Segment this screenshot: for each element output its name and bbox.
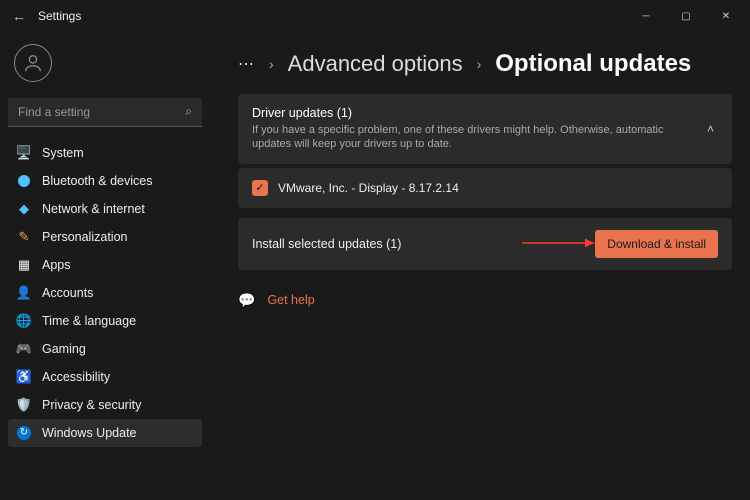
sidebar-item-time-language[interactable]: 🌐 Time & language [8,307,202,335]
nav-icon: 🛡️ [16,397,32,413]
sidebar-item-label: Accessibility [42,370,110,384]
driver-item-label: VMware, Inc. - Display - 8.17.2.14 [278,181,459,195]
nav-icon: ↻ [16,425,32,441]
sidebar-item-label: Time & language [42,314,136,328]
person-icon [22,52,44,74]
sidebar-item-label: Bluetooth & devices [42,174,153,188]
sidebar-item-label: Gaming [42,342,86,356]
back-button[interactable]: ← [4,8,34,24]
help-icon: 💬 [238,292,255,309]
nav-icon: ✎ [16,229,32,245]
sidebar-item-privacy-security[interactable]: 🛡️ Privacy & security [8,391,202,419]
annotation-arrow [522,236,602,254]
install-row: Install selected updates (1) Download & … [238,218,732,270]
chevron-up-icon[interactable]: ˄ [703,118,718,140]
sidebar-item-network-internet[interactable]: ◆ Network & internet [8,195,202,223]
close-button[interactable]: ✕ [706,0,746,32]
nav-icon: 👤 [16,285,32,301]
breadcrumb: ⋯ › Advanced options › Optional updates [238,50,732,78]
sidebar-item-label: System [42,146,84,160]
download-install-button[interactable]: Download & install [595,230,718,258]
breadcrumb-prev[interactable]: Advanced options [288,51,463,77]
driver-section-desc: If you have a specific problem, one of t… [252,123,672,152]
chevron-right-icon: › [477,56,482,72]
get-help-label: Get help [267,293,314,307]
driver-checkbox[interactable]: ✓ [252,180,268,196]
nav-icon: 🎮 [16,341,32,357]
sidebar-item-accounts[interactable]: 👤 Accounts [8,279,202,307]
minimize-button[interactable]: ─ [626,0,666,32]
breadcrumb-overflow[interactable]: ⋯ [238,54,255,74]
sidebar-item-label: Personalization [42,230,127,244]
user-avatar[interactable] [14,44,52,82]
sidebar-item-label: Network & internet [42,202,145,216]
chevron-right-icon: › [269,56,274,72]
sidebar-item-personalization[interactable]: ✎ Personalization [8,223,202,251]
nav-icon: ▦ [16,257,32,273]
main-content: ⋯ › Advanced options › Optional updates … [210,32,750,500]
nav-icon: 🌐 [16,313,32,329]
sidebar-item-label: Accounts [42,286,93,300]
sidebar: ⌕ 🖥️ System Bluetooth & devices ◆ Network & … [0,32,210,500]
title-bar: ← Settings ─ ▢ ✕ [0,0,750,32]
sidebar-item-gaming[interactable]: 🎮 Gaming [8,335,202,363]
sidebar-item-bluetooth-devices[interactable]: Bluetooth & devices [8,167,202,195]
sidebar-item-apps[interactable]: ▦ Apps [8,251,202,279]
search-input[interactable] [8,98,202,127]
get-help-link[interactable]: 💬 Get help [238,292,732,309]
sidebar-item-label: Apps [42,258,71,272]
nav-icon: 🖥️ [16,145,32,161]
nav-icon: ♿ [16,369,32,385]
driver-item-row[interactable]: ✓ VMware, Inc. - Display - 8.17.2.14 [238,168,732,208]
maximize-button[interactable]: ▢ [666,0,706,32]
page-title: Optional updates [495,50,691,78]
driver-updates-header[interactable]: Driver updates (1) If you have a specifi… [238,94,732,164]
nav-icon [16,173,32,189]
sidebar-item-accessibility[interactable]: ♿ Accessibility [8,363,202,391]
sidebar-item-system[interactable]: 🖥️ System [8,139,202,167]
nav-icon: ◆ [16,201,32,217]
sidebar-item-windows-update[interactable]: ↻ Windows Update [8,419,202,447]
search-box[interactable]: ⌕ [8,98,202,127]
sidebar-item-label: Windows Update [42,426,137,440]
window-title: Settings [38,9,81,23]
driver-section-title: Driver updates (1) [252,106,672,120]
sidebar-item-label: Privacy & security [42,398,141,412]
install-selected-label: Install selected updates (1) [252,237,401,251]
search-icon: ⌕ [185,104,192,119]
